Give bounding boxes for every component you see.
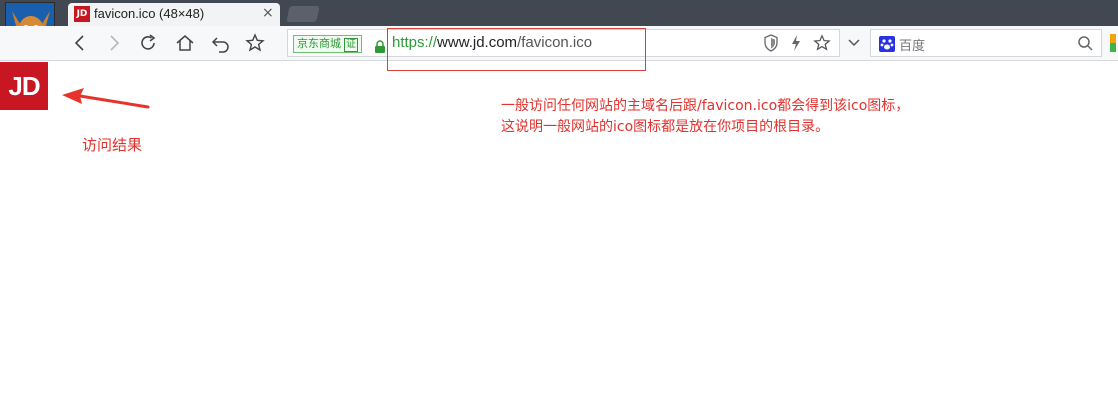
site-name: 京东商城 [297, 37, 341, 50]
red-arrow-icon [62, 88, 150, 109]
forward-icon[interactable] [100, 28, 128, 58]
new-tab-button[interactable] [286, 6, 320, 22]
search-box[interactable]: 百度 [870, 29, 1102, 57]
lightning-icon[interactable] [789, 34, 803, 56]
active-tab[interactable]: JD favicon.ico (48×48) × [68, 3, 280, 26]
reload-icon[interactable] [134, 28, 162, 58]
verified-badge: 证 [344, 38, 358, 52]
search-icon[interactable] [1077, 34, 1093, 56]
chevron-down-icon[interactable] [842, 29, 866, 57]
home-icon[interactable] [171, 28, 199, 58]
tab-title: favicon.ico (48×48) [94, 6, 205, 21]
address-bar-actions [763, 34, 831, 56]
undo-icon[interactable] [207, 28, 235, 58]
baidu-paw-icon [879, 36, 895, 52]
search-input[interactable]: 百度 [899, 35, 925, 54]
tab-close-icon[interactable]: × [262, 5, 274, 21]
lock-icon[interactable] [374, 38, 386, 57]
title-bar: JD favicon.ico (48×48) × [0, 0, 1118, 56]
annotation-line-2: 这说明一般网站的ico图标都是放在你项目的根目录。 [501, 119, 830, 135]
site-identity-badge[interactable]: 京东商城证 [293, 35, 362, 53]
url-highlight-box [387, 28, 646, 71]
annotation-line-1: 一般访问任何网站的主域名后跟/favicon.ico都会得到该ico图标， [501, 98, 910, 114]
shield-icon[interactable] [763, 34, 779, 56]
extension-icon[interactable] [1110, 34, 1116, 52]
jd-favicon-image: JD [0, 62, 48, 110]
result-label: 访问结果 [82, 136, 143, 154]
tab-favicon-icon: JD [74, 6, 90, 22]
favorite-star-icon[interactable] [813, 34, 831, 56]
back-icon[interactable] [66, 28, 94, 58]
bookmark-star-icon[interactable] [241, 28, 269, 58]
annotation-text: 一般访问任何网站的主域名后跟/favicon.ico都会得到该ico图标， 这说… [501, 96, 909, 138]
